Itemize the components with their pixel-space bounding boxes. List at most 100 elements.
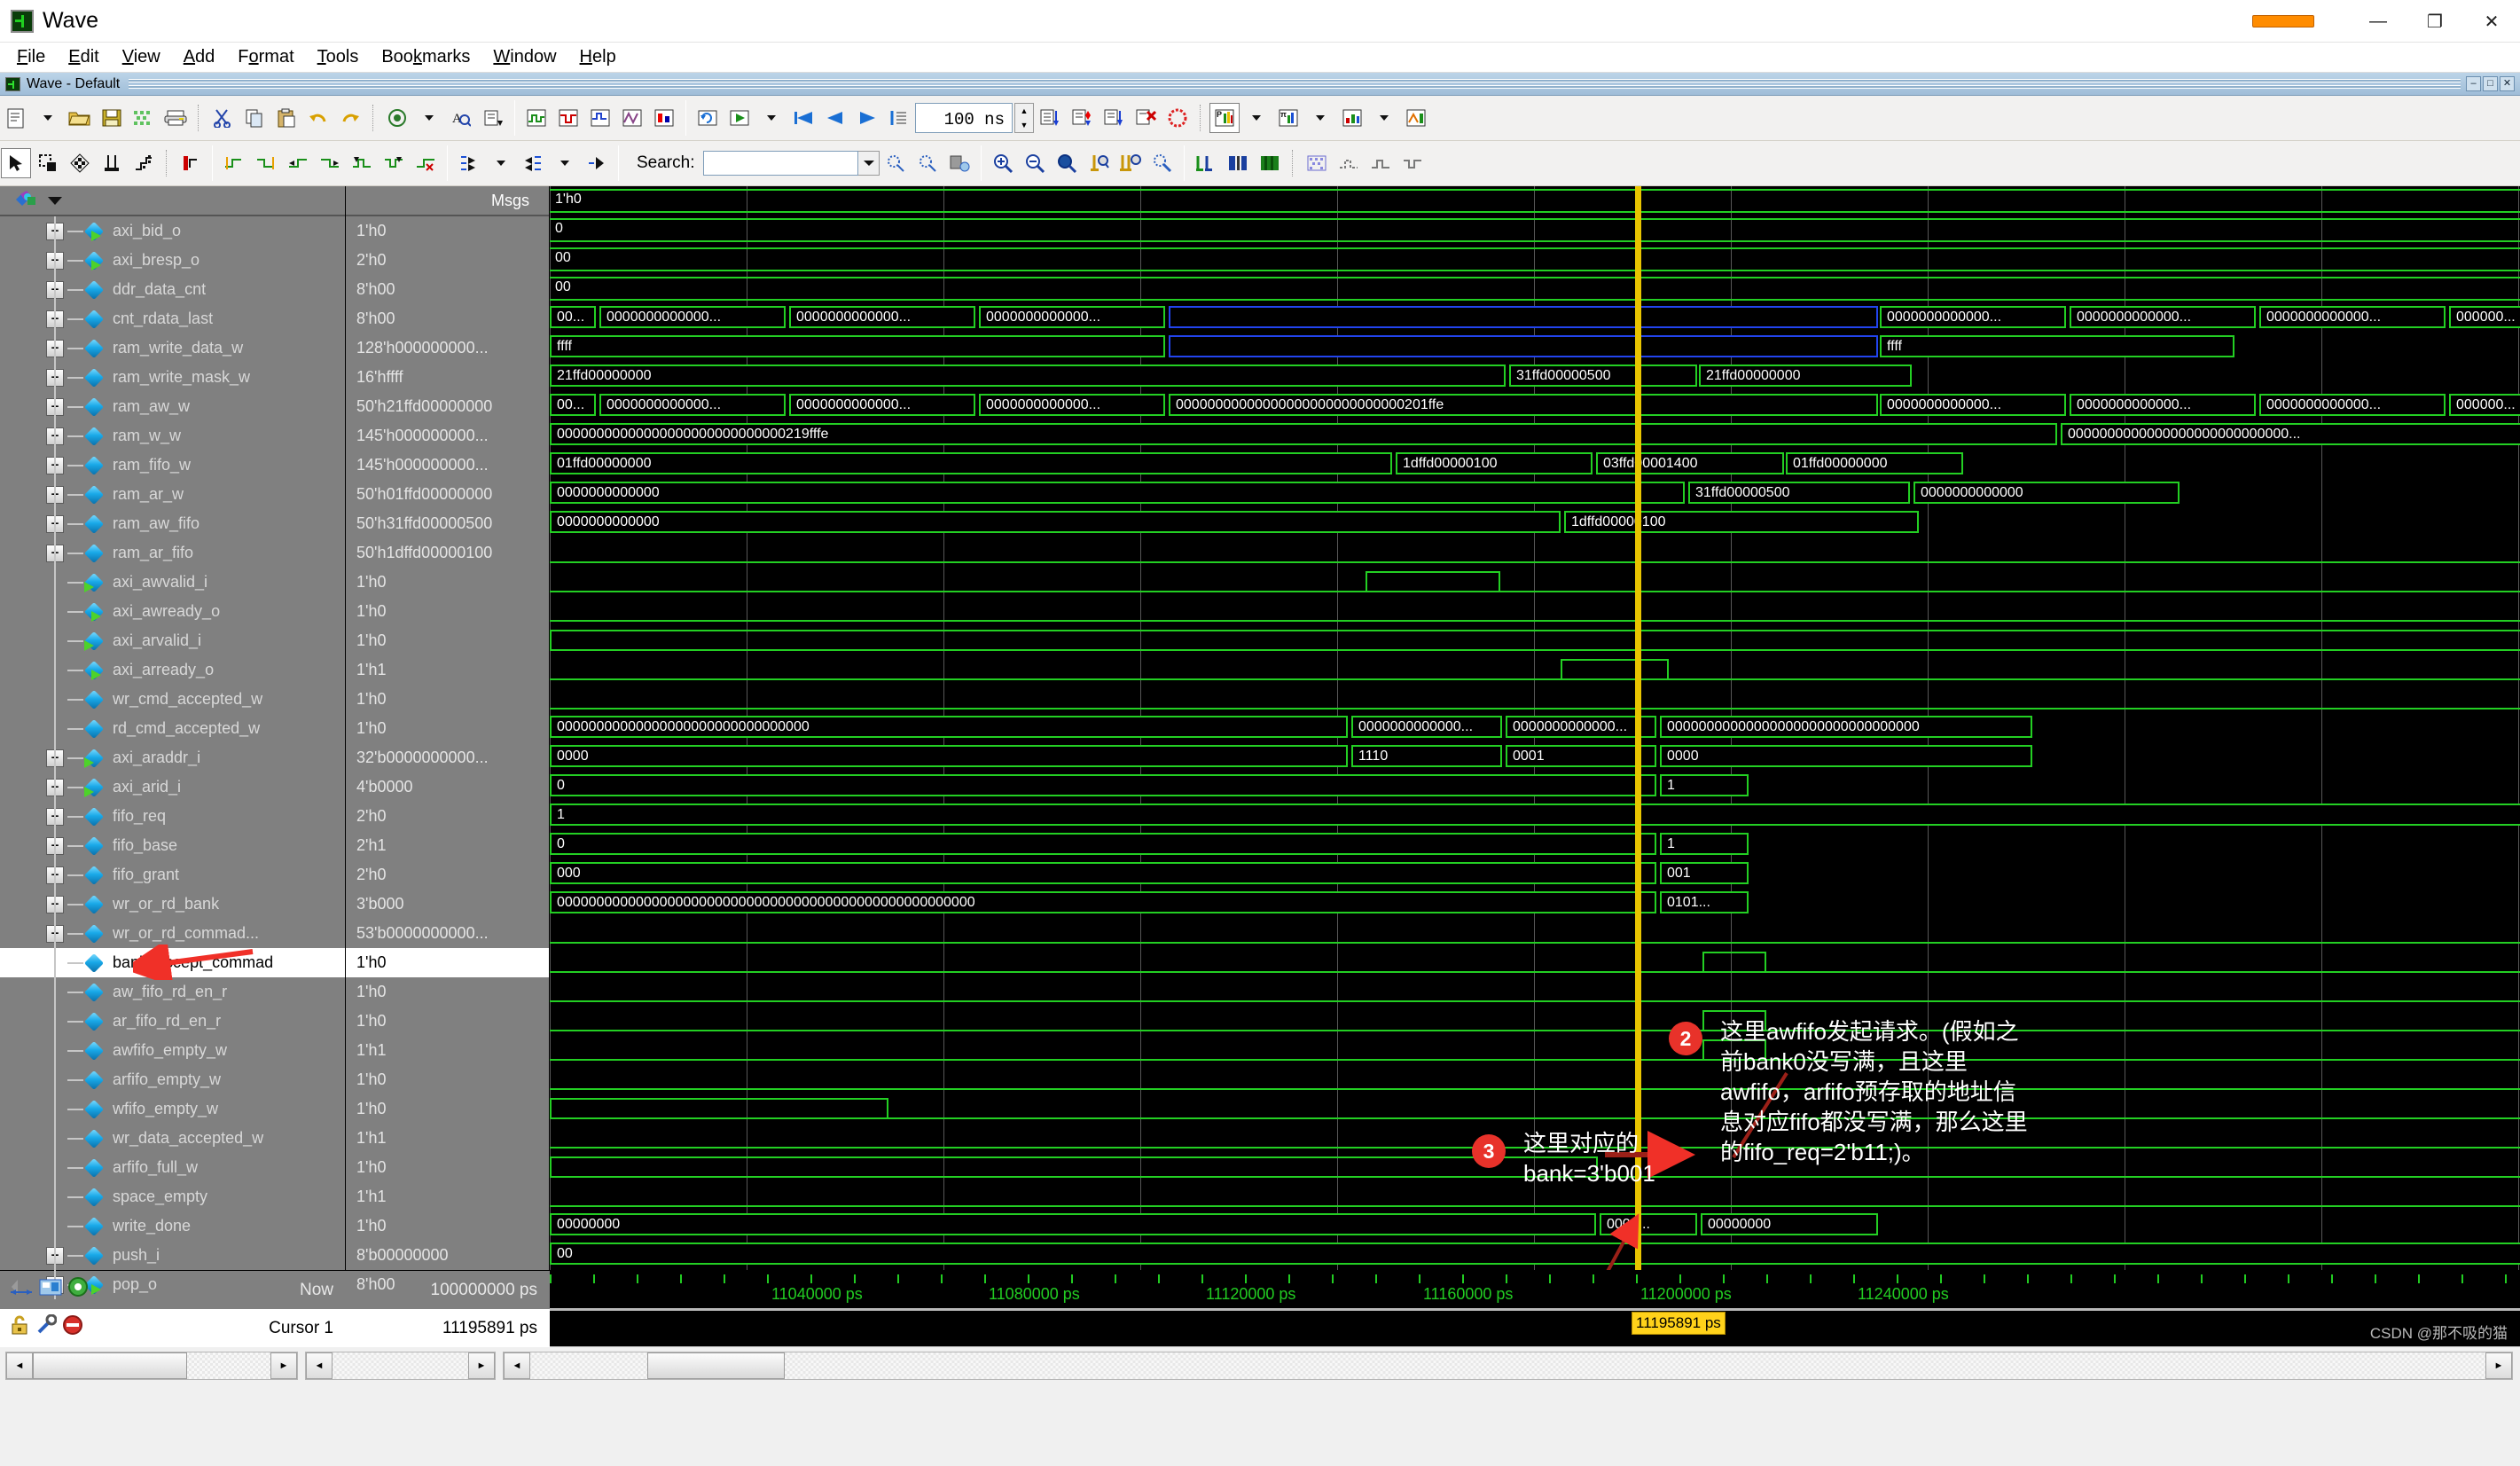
menu-item-edit[interactable]: Edit [57, 44, 110, 70]
names-scroll-left-arrow[interactable]: ◄ [6, 1352, 33, 1379]
signal-row[interactable]: +ram_w_w [0, 421, 345, 451]
restart-simulation-icon[interactable] [693, 103, 723, 133]
zoom-out-icon[interactable] [1020, 148, 1050, 178]
doc-minimize-button[interactable]: – [2466, 76, 2481, 91]
signal-row[interactable]: +wr_or_rd_bank [0, 890, 345, 919]
search-prev-icon[interactable] [880, 148, 911, 178]
signal-row[interactable]: awfifo_empty_w [0, 1036, 345, 1065]
signal-name-list[interactable]: +axi_bid_o+axi_bresp_o+ddr_data_cnt+cnt_… [0, 216, 345, 1299]
zoom-region-icon[interactable] [1147, 148, 1178, 178]
waveform-compare-2-icon[interactable] [1366, 148, 1396, 178]
collapse-all-icon[interactable] [518, 148, 548, 178]
signal-row[interactable]: wr_data_accepted_w [0, 1124, 345, 1153]
save-icon[interactable] [97, 103, 127, 133]
signal-row[interactable]: write_done [0, 1211, 345, 1241]
zoom-in-icon[interactable] [988, 148, 1018, 178]
find-options-icon[interactable] [478, 103, 508, 133]
menu-item-bookmarks[interactable]: Bookmarks [370, 44, 481, 70]
group-signals-icon[interactable] [582, 148, 612, 178]
menu-item-help[interactable]: Help [568, 44, 628, 70]
dataflow-chart-icon[interactable]: P [1209, 103, 1240, 133]
signal-row[interactable]: axi_awready_o [0, 597, 345, 626]
expand-all-dropdown-icon[interactable] [486, 148, 516, 178]
zoom-cursor-icon[interactable] [1084, 148, 1114, 178]
breakpoint-add-icon[interactable] [1067, 103, 1097, 133]
move-edge-right-icon[interactable] [379, 148, 409, 178]
doc-close-button[interactable]: ✕ [2500, 76, 2515, 91]
wave-view-icon-3[interactable] [585, 103, 615, 133]
grid-properties-icon[interactable] [129, 148, 159, 178]
search-options-icon[interactable] [944, 148, 974, 178]
signal-row[interactable]: wr_cmd_accepted_w [0, 685, 345, 714]
signal-row[interactable]: +axi_araddr_i [0, 743, 345, 772]
pattern-mode-icon[interactable] [65, 148, 95, 178]
signal-row[interactable]: +ram_ar_w [0, 480, 345, 509]
dataflow-dropdown-icon[interactable] [1241, 103, 1272, 133]
signal-row[interactable]: wfifo_empty_w [0, 1094, 345, 1124]
signal-row[interactable]: +ram_write_mask_w [0, 363, 345, 392]
waveform-pane[interactable]: 1'h0 0 00 00 00... 0000000000000... 0000000000… [550, 186, 2520, 1270]
record-icon[interactable] [382, 103, 412, 133]
measure-icon[interactable] [9, 1276, 34, 1297]
signal-row[interactable]: +push_i [0, 1241, 345, 1270]
new-dropdown-icon[interactable] [33, 103, 63, 133]
cursor-pair-icon[interactable] [97, 148, 127, 178]
signal-names-pane[interactable]: +axi_bid_o+axi_bresp_o+ddr_data_cnt+cnt_… [0, 186, 346, 1299]
cursor-value[interactable]: 11195891 ps [346, 1309, 550, 1347]
breakpoint-delete-icon[interactable] [1131, 103, 1161, 133]
signal-row[interactable]: +ddr_data_cnt [0, 275, 345, 304]
menu-item-tools[interactable]: Tools [306, 44, 371, 70]
signal-row[interactable]: +ram_write_data_w [0, 333, 345, 363]
names-scroll-track[interactable] [33, 1352, 270, 1379]
new-document-icon[interactable] [1, 103, 31, 133]
wave-view-icon-5[interactable] [649, 103, 679, 133]
signal-row[interactable]: +fifo_grant [0, 860, 345, 890]
previous-icon[interactable] [820, 103, 850, 133]
search-next-icon[interactable] [912, 148, 943, 178]
zoom-select-mode-icon[interactable] [33, 148, 63, 178]
values-scroll-right-arrow[interactable]: ► [468, 1352, 495, 1379]
snapshot-icon[interactable] [39, 1276, 62, 1297]
wave-view-icon-2[interactable] [553, 103, 583, 133]
signal-row[interactable]: axi_arready_o [0, 655, 345, 685]
select-mode-icon[interactable] [1, 148, 31, 178]
bookmark-view-icon[interactable] [1223, 148, 1253, 178]
wave-view-icon-1[interactable] [521, 103, 552, 133]
signal-row[interactable]: arfifo_empty_w [0, 1065, 345, 1094]
profile-chart-icon[interactable]: π [1273, 103, 1303, 133]
lock-icon[interactable] [9, 1314, 30, 1336]
signal-row[interactable]: arfifo_full_w [0, 1153, 345, 1182]
names-filter-caret-icon[interactable] [48, 196, 62, 205]
waveform-compare-3-icon[interactable] [1397, 148, 1428, 178]
time-axis[interactable]: 11040000 ps 11080000 ps 11120000 ps 1116000… [550, 1271, 2520, 1346]
values-hscrollbar[interactable]: ◄ ► [305, 1351, 496, 1380]
insert-cursor-right-icon[interactable] [251, 148, 281, 178]
doc-restore-button[interactable]: □ [2483, 76, 2498, 91]
values-scroll-track[interactable] [333, 1352, 468, 1379]
maximize-button[interactable]: ❐ [2407, 0, 2463, 43]
bookmark-add-icon[interactable] [1191, 148, 1221, 178]
stretch-edge-right-icon[interactable] [315, 148, 345, 178]
names-scroll-thumb[interactable] [33, 1352, 188, 1379]
signal-row[interactable]: +ram_fifo_w [0, 451, 345, 480]
delete-cursor-icon[interactable] [62, 1314, 83, 1336]
print-preview-icon[interactable] [129, 103, 159, 133]
undo-icon[interactable] [303, 103, 333, 133]
stretch-edge-left-icon[interactable] [283, 148, 313, 178]
signal-row[interactable]: +fifo_base [0, 831, 345, 860]
signal-row[interactable]: space_empty [0, 1182, 345, 1211]
add-cursor-icon[interactable] [67, 1276, 89, 1297]
edit-wave-icon[interactable] [176, 148, 206, 178]
cursor-time-marker[interactable]: 11195891 ps [1632, 1312, 1726, 1335]
signal-row[interactable]: +cnt_rdata_last [0, 304, 345, 333]
zoom-cursor-range-icon[interactable] [1115, 148, 1146, 178]
names-scroll-right-arrow[interactable]: ► [270, 1352, 297, 1379]
redo-icon[interactable] [335, 103, 365, 133]
signal-row[interactable]: +fifo_req [0, 802, 345, 831]
stop-icon[interactable] [1162, 103, 1193, 133]
menu-item-file[interactable]: File [5, 44, 57, 70]
menu-item-format[interactable]: Format [226, 44, 305, 70]
run-icon[interactable] [724, 103, 755, 133]
run-time-field[interactable] [915, 103, 1013, 133]
assertions-icon[interactable] [1401, 103, 1431, 133]
